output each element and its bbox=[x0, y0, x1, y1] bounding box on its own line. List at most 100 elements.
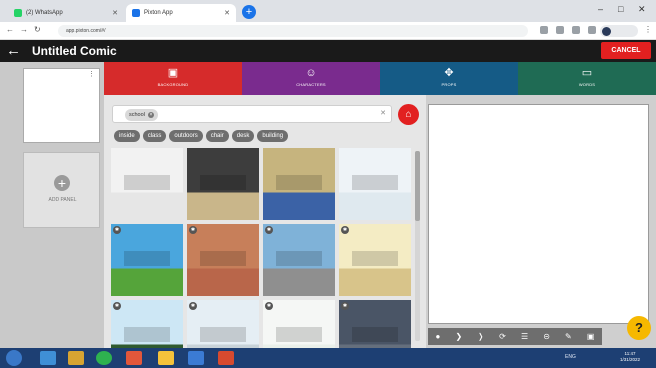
clear-search-icon[interactable]: ✕ bbox=[380, 109, 386, 117]
internet-explorer-icon[interactable] bbox=[40, 351, 56, 365]
app-header: ← Untitled Comic CANCEL bbox=[0, 40, 656, 62]
preview-area: ● ❯ ❭ ⟳ ☰ ⊝ ✎ ▣ ? bbox=[426, 95, 656, 348]
background-grid: ✱ ✱ ✱ ✱ ✱ ✱ ✱ ✱ bbox=[111, 148, 411, 348]
filter-chip[interactable]: inside bbox=[114, 130, 140, 142]
pro-badge-icon: ✱ bbox=[341, 302, 349, 310]
browser-tab-pixton[interactable]: Pixton App ✕ bbox=[126, 4, 236, 22]
filter-chip[interactable]: chair bbox=[205, 130, 229, 142]
pro-badge-icon: ✱ bbox=[341, 226, 349, 234]
scene-detail bbox=[275, 251, 323, 266]
remove-tag-icon[interactable]: × bbox=[147, 112, 154, 118]
stack-icon[interactable]: ☰ bbox=[521, 332, 528, 341]
share-icon[interactable] bbox=[540, 26, 548, 34]
move-icon: ✥ bbox=[444, 67, 454, 79]
back-arrow-icon[interactable]: ← bbox=[6, 25, 14, 34]
file-explorer-icon[interactable] bbox=[68, 351, 84, 365]
background-thumbnail[interactable] bbox=[339, 148, 411, 220]
menu-dots-icon[interactable]: ⋮ bbox=[88, 70, 95, 78]
comic-canvas[interactable] bbox=[428, 104, 649, 324]
pro-badge-icon: ✱ bbox=[265, 302, 273, 310]
back-arrow-icon[interactable]: ← bbox=[6, 42, 21, 59]
pro-badge-icon: ✱ bbox=[113, 226, 121, 234]
tab-characters[interactable]: ☺ CHARACTERS bbox=[242, 62, 380, 95]
minimize-icon[interactable]: – bbox=[598, 4, 603, 14]
close-tab-icon[interactable]: ✕ bbox=[112, 9, 118, 17]
tab-label: WORDS bbox=[578, 82, 596, 87]
browser-tab-label: Pixton App bbox=[144, 10, 173, 16]
tab-words[interactable]: ▭ WORDS bbox=[518, 62, 656, 95]
background-thumbnail[interactable] bbox=[263, 148, 335, 220]
bracket-left-icon[interactable]: ❯ bbox=[456, 332, 463, 341]
maximize-icon[interactable]: □ bbox=[618, 4, 623, 14]
paint-icon[interactable] bbox=[158, 351, 174, 365]
background-thumbnail[interactable]: ✱ bbox=[111, 224, 183, 296]
background-thumbnail[interactable]: ✱ bbox=[111, 300, 183, 348]
address-bar: ← → ↻ app.pixton.com/#/ ⋮ bbox=[0, 22, 656, 40]
firefox-icon[interactable] bbox=[126, 351, 142, 365]
add-panel-button[interactable]: + ADD PANEL bbox=[23, 152, 100, 228]
bullet-icon[interactable]: ● bbox=[436, 332, 441, 341]
scene-detail bbox=[351, 251, 399, 266]
panel-thumbnail[interactable]: ⋮ bbox=[23, 68, 100, 143]
scene-detail bbox=[351, 175, 399, 190]
url-input[interactable]: app.pixton.com/#/ bbox=[58, 25, 528, 37]
clock[interactable]: 11:47 1/31/2022 bbox=[620, 351, 640, 363]
background-thumbnail[interactable]: ✱ bbox=[263, 224, 335, 296]
pencil-icon[interactable]: ✎ bbox=[565, 332, 572, 341]
close-tab-icon[interactable]: ✕ bbox=[224, 9, 230, 17]
browser-tab-whatsapp[interactable]: (2) WhatsApp ✕ bbox=[8, 4, 124, 22]
system-tray[interactable]: ENG bbox=[565, 354, 576, 360]
scene-detail bbox=[199, 327, 247, 342]
scrollbar-thumb[interactable] bbox=[415, 151, 420, 221]
search-tag[interactable]: school × bbox=[125, 109, 158, 121]
scene-detail bbox=[199, 251, 247, 266]
tray-language: ENG bbox=[565, 354, 576, 360]
cancel-button[interactable]: CANCEL bbox=[601, 42, 651, 59]
tab-label: CHARACTERS bbox=[296, 82, 326, 87]
rotate-icon[interactable]: ⟳ bbox=[499, 332, 506, 341]
powerpoint-icon[interactable] bbox=[218, 351, 234, 365]
profile-button[interactable] bbox=[600, 25, 638, 37]
filter-chip[interactable]: building bbox=[257, 130, 289, 142]
camera-icon[interactable]: ▣ bbox=[587, 332, 595, 341]
extension-icon[interactable] bbox=[572, 26, 580, 34]
star-icon[interactable] bbox=[556, 26, 564, 34]
tab-background[interactable]: ▣ BACKGROUND bbox=[104, 62, 242, 95]
filter-chip[interactable]: desk bbox=[231, 130, 255, 142]
filter-chip[interactable]: class bbox=[142, 130, 167, 142]
plus-icon: + bbox=[54, 175, 70, 191]
start-button[interactable] bbox=[6, 350, 22, 366]
screen: (2) WhatsApp ✕ Pixton App ✕ + – □ ✕ ← → … bbox=[0, 0, 656, 368]
panels-sidebar: ⋮ + ADD PANEL bbox=[0, 62, 104, 348]
bracket-right-icon[interactable]: ❭ bbox=[477, 332, 484, 341]
media-player-icon[interactable] bbox=[188, 351, 204, 365]
pro-badge-icon: ✱ bbox=[189, 226, 197, 234]
scrollbar[interactable] bbox=[415, 151, 420, 341]
menu-dots-icon[interactable]: ⋮ bbox=[644, 25, 652, 34]
avatar bbox=[602, 26, 611, 36]
home-button[interactable]: ⌂ bbox=[398, 104, 419, 125]
window-icon[interactable] bbox=[588, 26, 596, 34]
help-button[interactable]: ? bbox=[627, 316, 651, 340]
background-thumbnail[interactable] bbox=[187, 148, 259, 220]
background-thumbnail[interactable]: ✱ bbox=[339, 300, 411, 348]
background-thumbnail[interactable]: ✱ bbox=[187, 300, 259, 348]
search-input[interactable]: school × ✕ bbox=[112, 105, 392, 123]
lock-icon[interactable]: ⊝ bbox=[543, 332, 550, 341]
tab-props[interactable]: ✥ PROPS bbox=[380, 62, 518, 95]
close-window-icon[interactable]: ✕ bbox=[638, 4, 646, 15]
reload-icon[interactable]: ↻ bbox=[34, 25, 41, 34]
background-thumbnail[interactable]: ✱ bbox=[339, 224, 411, 296]
background-thumbnail[interactable]: ✱ bbox=[187, 224, 259, 296]
background-thumbnail[interactable]: ✱ bbox=[263, 300, 335, 348]
scene-detail bbox=[123, 327, 171, 342]
forward-arrow-icon[interactable]: → bbox=[20, 25, 28, 34]
background-picker: school × ✕ ⌂ inside class outdoors chair… bbox=[104, 95, 426, 348]
filter-chip[interactable]: outdoors bbox=[169, 130, 203, 142]
chrome-icon[interactable] bbox=[96, 351, 112, 365]
taskbar: ENG 11:47 1/31/2022 bbox=[0, 348, 656, 368]
tab-label: BACKGROUND bbox=[157, 82, 189, 87]
background-thumbnail[interactable] bbox=[111, 148, 183, 220]
pro-badge-icon: ✱ bbox=[189, 302, 197, 310]
new-tab-button[interactable]: + bbox=[242, 5, 256, 19]
